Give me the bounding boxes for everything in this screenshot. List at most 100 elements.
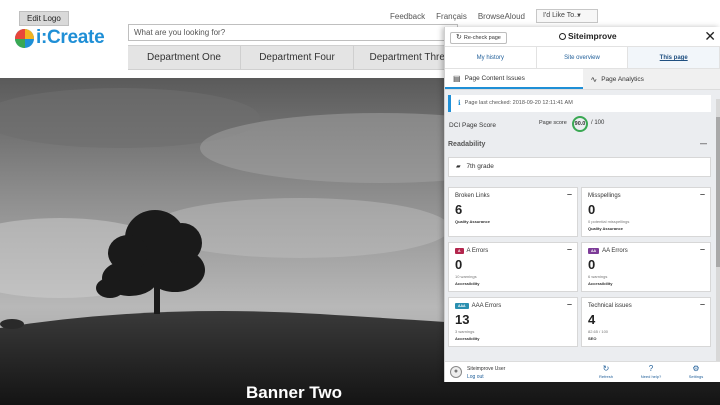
card-subtext: 3 warnings	[455, 329, 475, 334]
utility-links: Feedback Français BrowseAloud I'd Like T…	[390, 9, 598, 23]
francais-link[interactable]: Français	[436, 12, 467, 21]
readability-grade-card[interactable]: ▰ 7th grade	[448, 157, 711, 177]
card-title-row: AAA AAA Errors	[455, 303, 501, 309]
aaa-errors-card[interactable]: AAA AAA Errors – 13 3 warnings Accessibi…	[448, 297, 578, 347]
nav-site-overview[interactable]: Site overview	[537, 47, 629, 68]
settings-label: Settings	[688, 374, 704, 379]
card-value: 0	[455, 257, 463, 272]
card-menu-icon[interactable]: –	[567, 189, 572, 199]
like-select-label: I'd Like To...	[542, 12, 580, 19]
card-title: A Errors	[466, 248, 489, 254]
nav-department-one[interactable]: Department One	[128, 46, 241, 69]
siteimprove-panel: ↻ Re-check page Siteimprove ✕ My history…	[444, 27, 720, 382]
card-category: Quality Assurance	[455, 219, 490, 224]
help-icon: ?	[648, 364, 654, 373]
refresh-button[interactable]: ↻ Refresh	[591, 364, 621, 379]
close-icon[interactable]: ✕	[704, 28, 716, 44]
card-category: Accessibility	[455, 336, 480, 341]
scrollbar-thumb[interactable]	[716, 117, 720, 267]
site-logo[interactable]: i:Create	[15, 27, 105, 49]
nav-this-page[interactable]: This page	[628, 47, 720, 68]
score-gauge: 90.0	[572, 116, 588, 132]
readability-section-header[interactable]: Readability —	[448, 141, 711, 155]
panel-body: ℹ Page last checked: 2018-09-20 12:11:41…	[445, 90, 720, 361]
score-max: / 100	[591, 120, 605, 126]
card-menu-icon[interactable]: –	[700, 299, 705, 309]
tab-label: Page Content Issues	[464, 74, 525, 82]
tab-page-analytics[interactable]: ∿ Page Analytics	[582, 69, 720, 89]
card-value: 6	[455, 202, 463, 217]
aa-errors-card[interactable]: AA AA Errors – 0 6 warnings Accessibilit…	[581, 242, 711, 292]
analytics-icon: ∿	[590, 74, 598, 84]
logo-icon	[15, 28, 34, 48]
card-value: 0	[588, 257, 596, 272]
collapse-icon[interactable]: —	[700, 141, 707, 148]
card-category: Quality Assurance	[588, 226, 623, 231]
broken-links-card[interactable]: Broken Links – 6 Quality Assurance	[448, 187, 578, 237]
panel-header: ↻ Re-check page Siteimprove ✕	[445, 27, 720, 47]
card-title: AA Errors	[602, 248, 628, 254]
book-icon: ▰	[456, 164, 461, 170]
last-checked-info: ℹ Page last checked: 2018-09-20 12:11:41…	[448, 95, 711, 112]
grade-text: 7th grade	[466, 163, 494, 170]
card-menu-icon[interactable]: –	[700, 189, 705, 199]
refresh-label: Refresh	[598, 374, 613, 379]
card-subtext: 82.65 / 100	[588, 329, 609, 334]
document-icon: ▤	[453, 73, 461, 83]
user-avatar-icon: ●	[450, 366, 462, 378]
nav-department-four[interactable]: Department Four	[241, 46, 354, 69]
siteimprove-brand: Siteimprove	[559, 31, 617, 41]
department-nav: Department One Department Four Departmen…	[128, 45, 467, 70]
card-title: Broken Links	[455, 193, 490, 199]
card-menu-icon[interactable]: –	[567, 299, 572, 309]
panel-scrollbar[interactable]	[716, 99, 720, 382]
nav-my-history[interactable]: My history	[445, 47, 537, 68]
card-category: Accessibility	[455, 281, 480, 286]
feedback-link[interactable]: Feedback	[390, 12, 425, 21]
card-title: Technical issues	[588, 303, 632, 309]
card-title: AAA Errors	[471, 303, 502, 309]
settings-button[interactable]: ⚙ Settings	[681, 364, 711, 379]
help-label: Need help?	[640, 374, 662, 379]
a-errors-card[interactable]: A A Errors – 0 10 warnings Accessibility	[448, 242, 578, 292]
level-aa-badge: AA	[588, 248, 600, 254]
recheck-page-button[interactable]: ↻ Re-check page	[450, 32, 507, 44]
browsealoud-link[interactable]: BrowseAloud	[478, 12, 525, 21]
recheck-label: Re-check page	[463, 35, 501, 41]
edit-logo-button[interactable]: Edit Logo	[19, 11, 69, 26]
technical-issues-card[interactable]: Technical issues – 4 82.65 / 100 SEO	[581, 297, 711, 347]
card-value: 4	[588, 312, 596, 327]
dci-score-row: DCI Page Score Page score 90.0 / 100	[448, 116, 711, 137]
card-title-row: AA AA Errors	[588, 248, 628, 254]
page-score-label: Page score	[539, 120, 567, 126]
gear-icon: ⚙	[692, 364, 700, 373]
need-help-button[interactable]: ? Need help?	[636, 364, 666, 379]
card-title-row: A A Errors	[455, 248, 488, 254]
misspellings-card[interactable]: Misspellings – 0 0 potential misspelling…	[581, 187, 711, 237]
card-category: SEO	[588, 336, 597, 341]
tab-label: Page Analytics	[601, 75, 644, 83]
last-checked-text: Page last checked: 2018-09-20 12:11:41 A…	[464, 100, 573, 106]
chevron-down-icon: ▼	[576, 13, 582, 19]
brand-name: Siteimprove	[568, 31, 617, 41]
card-subtext: 10 warnings	[455, 274, 477, 279]
logout-link[interactable]: Log out	[467, 374, 484, 380]
dci-score-label: DCI Page Score	[449, 122, 496, 129]
card-menu-icon[interactable]: –	[700, 244, 705, 254]
card-category: Accessibility	[588, 281, 613, 286]
refresh-icon: ↻	[456, 34, 462, 41]
card-value: 0	[588, 202, 596, 217]
tab-page-content-issues[interactable]: ▤ Page Content Issues	[445, 69, 583, 89]
logo-text: i:Create	[36, 27, 105, 48]
siteimprove-logo-icon	[559, 32, 566, 40]
card-value: 13	[455, 312, 470, 327]
refresh-icon: ↻	[602, 364, 610, 373]
info-icon: ℹ	[458, 100, 461, 107]
card-menu-icon[interactable]: –	[567, 244, 572, 254]
level-a-badge: A	[455, 248, 464, 254]
card-title: Misspellings	[588, 193, 621, 199]
panel-nav: My history Site overview This page	[445, 47, 720, 69]
search-input[interactable]: What are you looking for?	[128, 24, 458, 41]
id-like-to-select[interactable]: I'd Like To... ▼	[535, 9, 598, 23]
panel-tabs: ▤ Page Content Issues ∿ Page Analytics	[445, 69, 720, 90]
